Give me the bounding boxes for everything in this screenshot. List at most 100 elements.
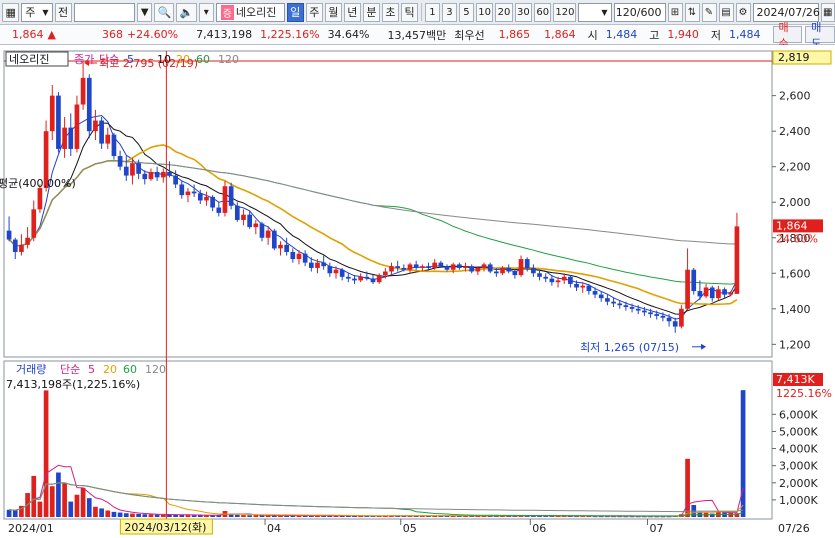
period-second-button[interactable]: 초 [381, 2, 399, 22]
x-axis-label: 06 [532, 522, 546, 535]
candle-body [734, 226, 740, 294]
stock-name-field[interactable]: 증 네오리진 [215, 2, 285, 22]
custom-step-select[interactable]: ▼ [578, 2, 612, 22]
last-price-label: 1,864 [776, 219, 808, 232]
toolbar: ▦ 주 ▼ 전 ▼ 🔍 🔈 ▾ 증 네오리진 일 주 월 년 분 초 틱 1 3… [0, 0, 835, 25]
volume-bar [241, 515, 246, 517]
candle-body [642, 310, 647, 313]
step-20-button[interactable]: 20 [495, 2, 513, 22]
candle-body [611, 301, 616, 304]
candle-body [506, 267, 512, 272]
period-week-button[interactable]: 주 [305, 2, 323, 22]
best-quote-label: 최우선 [454, 28, 485, 42]
candle-body [210, 196, 215, 208]
buy-button[interactable]: 매수 [772, 21, 803, 50]
candle-body [438, 262, 444, 267]
period-day-button[interactable]: 일 [286, 2, 304, 22]
market-value: 주 [25, 6, 36, 19]
step-120-button[interactable]: 120 [553, 2, 577, 22]
chevron-down-icon: ▼ [601, 7, 608, 17]
price-tick-label: 1,600 [779, 267, 811, 280]
period-minute-button[interactable]: 분 [362, 2, 380, 22]
market-select[interactable]: 주 ▼ [21, 2, 53, 22]
speaker-icon[interactable]: 🔈 [176, 2, 197, 22]
stock-code-input[interactable] [73, 2, 136, 22]
candle-body [142, 173, 148, 180]
volume-bar [111, 511, 117, 517]
candle-body [111, 134, 117, 157]
candle-body [321, 262, 326, 267]
candle-body [469, 266, 475, 272]
candle-body [25, 237, 30, 245]
candle-body [179, 184, 185, 196]
candle-body [382, 271, 388, 276]
type-button[interactable]: 전 [54, 2, 72, 22]
candle-body [654, 314, 660, 316]
volume-bar [56, 472, 61, 517]
step-30-button[interactable]: 30 [514, 2, 533, 22]
candle-body [315, 262, 320, 268]
step-5-button[interactable]: 5 [458, 2, 474, 22]
volume-bar [117, 512, 123, 517]
candle-body [93, 120, 98, 132]
candle-body [62, 127, 67, 149]
volume-bar [6, 509, 12, 517]
candle-body [537, 273, 542, 277]
count-display[interactable]: 120/600 [613, 2, 666, 22]
change-percent: +24.60% [126, 28, 179, 41]
candle-body [512, 271, 518, 276]
period-tick-button[interactable]: 틱 [400, 2, 419, 22]
candle-body [543, 276, 549, 279]
volume-tick-label: 6,000K [779, 408, 818, 421]
dropdown-icon[interactable]: ▼ [137, 2, 153, 22]
period-month-button[interactable]: 월 [324, 2, 342, 22]
x-axis-label: 07 [649, 522, 663, 535]
sell-button[interactable]: 매도 [805, 21, 835, 50]
volume-bar [253, 515, 259, 517]
draw-tool-icon[interactable]: ✎ [701, 2, 717, 22]
search-icon[interactable]: 🔍 [154, 2, 175, 22]
zoom-icon[interactable]: ⊞ [667, 2, 683, 22]
period-year-button[interactable]: 년 [343, 2, 361, 22]
max-annotation: 최고 2,795 (02/19) [99, 57, 198, 70]
candle-body [358, 276, 364, 281]
volume-bar [234, 514, 240, 517]
candle-body [123, 166, 129, 176]
candle-body [518, 259, 524, 276]
candle-body [241, 214, 246, 220]
candle-body [691, 269, 697, 292]
candle-body [191, 191, 197, 194]
step-10-button[interactable]: 10 [475, 2, 494, 22]
step-3-button[interactable]: 3 [441, 2, 457, 22]
volume-legend-ma120: 120 [145, 363, 166, 376]
candle-body [407, 264, 413, 270]
volume-info: 7,413,198주(1,225.16%) [6, 378, 140, 391]
volume-percent: 1,225.16% [260, 28, 320, 41]
candle-body [265, 230, 271, 238]
volume-bar [160, 514, 166, 517]
menu-icon[interactable]: ▾ [198, 2, 214, 22]
stock-chart[interactable]: 1,2001,4001,6001,8002,0002,2002,4002,600… [0, 45, 835, 538]
step-60-button[interactable]: 60 [534, 2, 552, 22]
volume-legend-title: 거래량 [16, 363, 46, 376]
candle-body [284, 244, 289, 252]
gear-icon[interactable]: ⚙ [735, 2, 751, 22]
candle-body [709, 287, 715, 299]
grid-icon[interactable]: ▦ [2, 2, 20, 22]
divider [421, 3, 422, 21]
compress-icon[interactable]: ⇅ [684, 2, 700, 22]
step-1-button[interactable]: 1 [424, 2, 440, 22]
candle-body [475, 267, 481, 272]
volume-bar [191, 515, 197, 517]
candle-body [420, 266, 425, 268]
candle-body [105, 134, 111, 144]
legend-ma120: 120 [218, 53, 239, 66]
candle-body [197, 193, 203, 201]
candle-body [568, 276, 573, 284]
candle-body [296, 253, 302, 260]
volume-bar [740, 390, 746, 517]
screen-icon[interactable]: ▤ [718, 2, 734, 22]
high-value: 1,940 [667, 28, 699, 41]
volume-bar [99, 508, 104, 517]
candle-body [308, 262, 314, 268]
